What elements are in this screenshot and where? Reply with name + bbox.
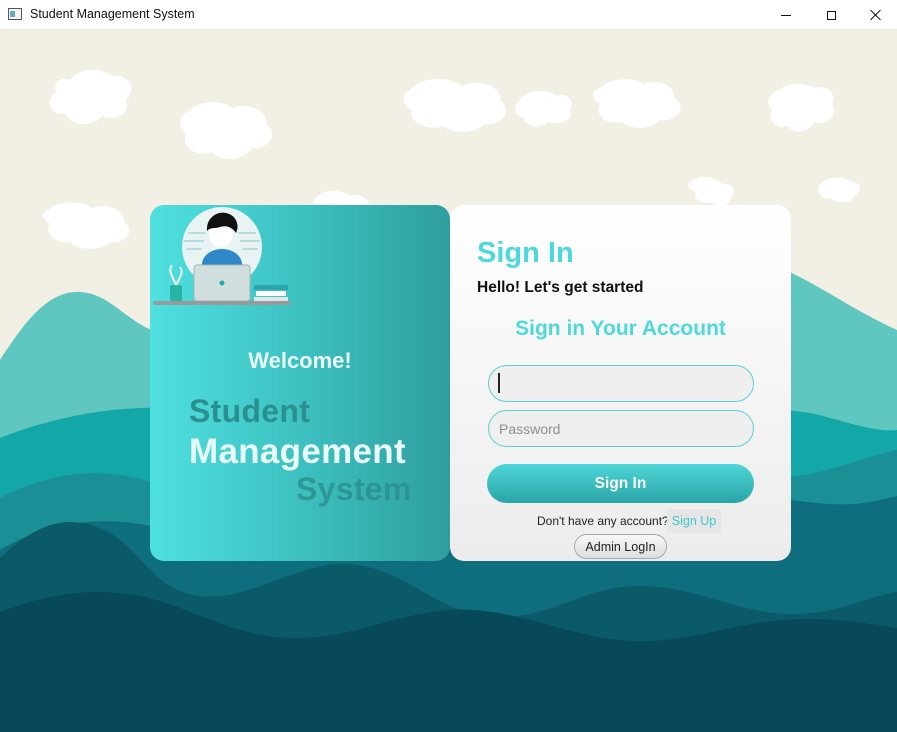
text-caret (498, 373, 500, 393)
username-input[interactable] (488, 365, 754, 402)
close-icon (870, 9, 882, 21)
welcome-panel: Welcome! Student Management System (150, 205, 450, 561)
signin-subheading: Hello! Let's get started (477, 279, 644, 296)
signin-panel: Sign In Hello! Let's get started Sign in… (450, 205, 791, 561)
signup-link[interactable]: Sign Up (667, 509, 721, 533)
app-icon (8, 8, 22, 20)
brand-word-management: Management (189, 432, 406, 471)
password-input[interactable] (488, 410, 754, 447)
student-laptop-illustration (153, 207, 291, 305)
brand-word-student: Student (189, 393, 311, 429)
minimize-icon (781, 14, 791, 16)
welcome-title: Welcome! (248, 348, 352, 373)
signin-button[interactable]: Sign In (487, 464, 754, 503)
admin-login-button[interactable]: Admin LogIn (574, 534, 667, 559)
no-account-text: Don't have any account? (537, 514, 669, 528)
maximize-icon (826, 10, 836, 20)
brand-word-system: System (296, 471, 412, 507)
signin-heading: Sign In (477, 237, 574, 269)
account-heading: Sign in Your Account (515, 317, 726, 340)
close-button[interactable] (853, 0, 897, 30)
maximize-button[interactable] (808, 0, 854, 30)
minimize-button[interactable] (763, 0, 809, 30)
window-title: Student Management System (30, 7, 195, 21)
window-titlebar: Student Management System (0, 0, 897, 30)
background-scene: Welcome! Student Management System Sign … (0, 30, 897, 732)
